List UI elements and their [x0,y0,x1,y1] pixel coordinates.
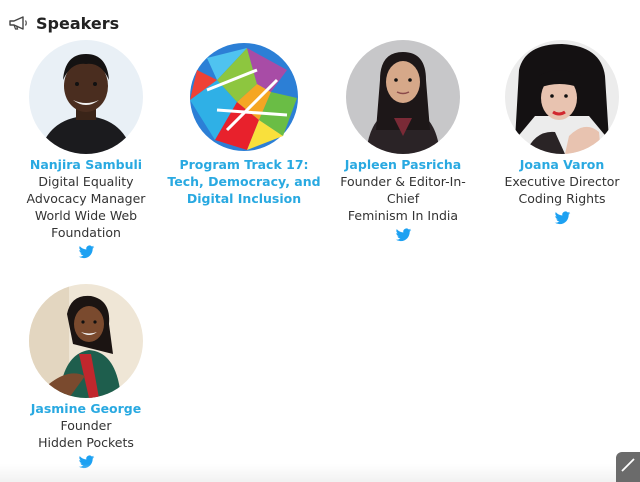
speaker-card: Jasmine George Founder Hidden Pockets [7,284,165,470]
speaker-card: Nanjira Sambuli Digital Equality Advocac… [7,40,165,260]
speaker-title-line: Advocacy Manager [26,191,146,206]
program-track-title[interactable]: Digital Inclusion [164,190,324,207]
twitter-icon[interactable] [78,245,95,260]
bottom-fade [0,464,640,482]
program-track-title[interactable]: Tech, Democracy, and [164,173,324,190]
speaker-title-line: Chief [386,191,420,206]
twitter-icon[interactable] [554,211,571,226]
speaker-name[interactable]: Japleen Pasricha [324,156,482,173]
diagonal-arrow-icon [621,458,635,472]
speaker-photo[interactable] [346,40,460,154]
megaphone-icon [8,14,30,32]
speaker-photo[interactable] [505,40,619,154]
speaker-title-line: Executive Director [504,174,620,189]
speaker-org-line: Hidden Pockets [38,435,134,450]
speaker-title-line: Founder & Editor-In- [340,174,466,189]
speakers-section-header: Speakers [8,11,119,35]
twitter-icon[interactable] [395,228,412,243]
speaker-org-line: Feminism In India [347,208,459,223]
program-track-logo[interactable] [187,40,301,154]
speaker-name[interactable]: Jasmine George [7,400,165,417]
speaker-card: Joana Varon Executive Director Coding Ri… [483,40,640,226]
speaker-title-line: Founder [60,418,112,433]
program-track-title[interactable]: Program Track 17: [164,156,324,173]
speaker-card: Japleen Pasricha Founder & Editor-In- Ch… [324,40,482,243]
speaker-org-line: Coding Rights [518,191,606,206]
speaker-title-line: Digital Equality [38,174,134,189]
speaker-name[interactable]: Joana Varon [483,156,640,173]
speaker-photo[interactable] [29,40,143,154]
speaker-photo[interactable] [29,284,143,398]
speaker-name[interactable]: Nanjira Sambuli [7,156,165,173]
speaker-org-line: Foundation [51,225,121,240]
expand-corner-button[interactable] [616,452,640,482]
program-track-card: Program Track 17: Tech, Democracy, and D… [164,40,324,207]
speaker-org-line: World Wide Web [34,208,138,223]
section-title: Speakers [36,13,120,33]
